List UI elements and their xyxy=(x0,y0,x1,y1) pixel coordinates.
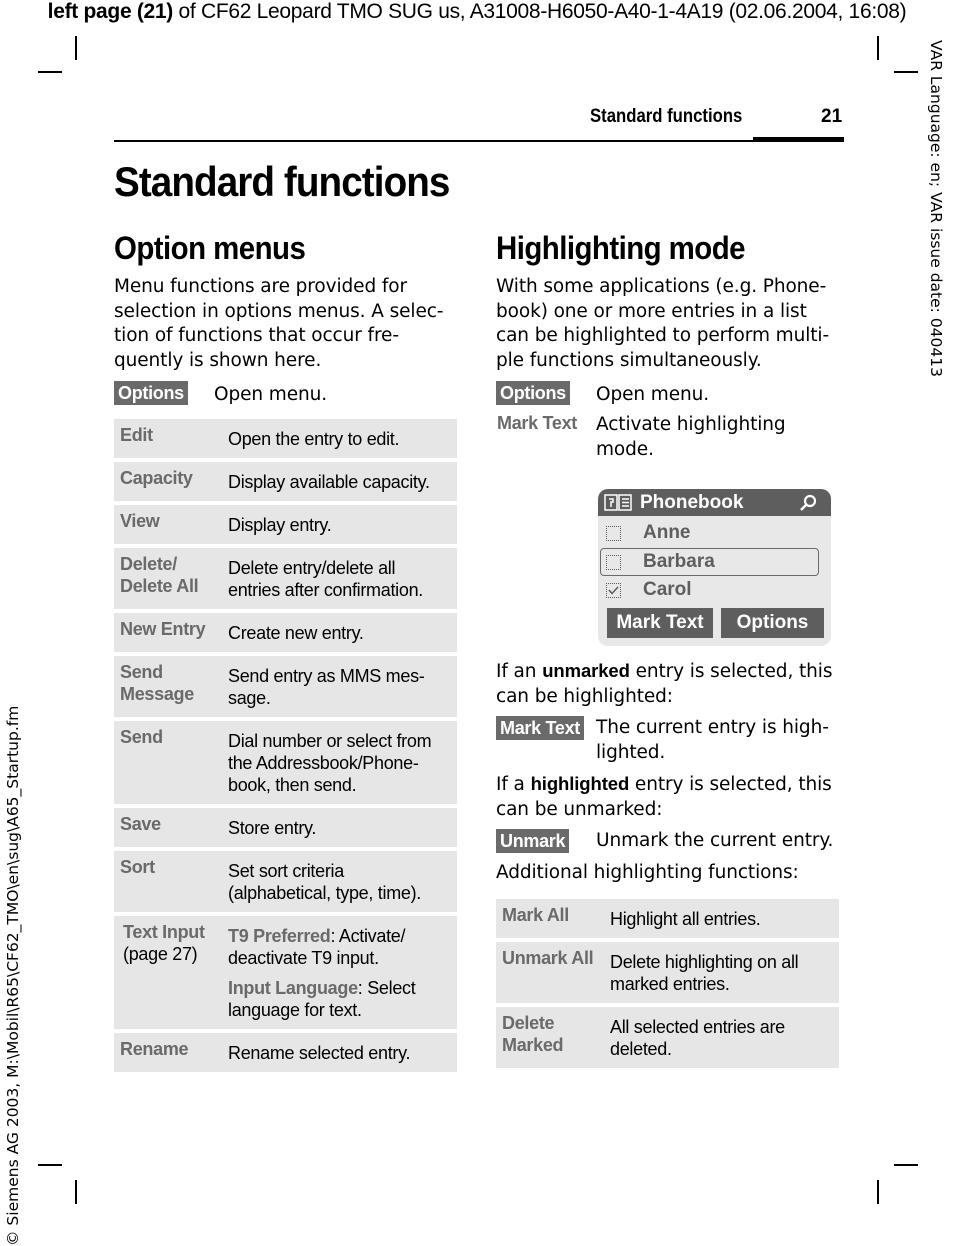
highlighting-table: Mark All Highlight all entries. Unmark A… xyxy=(496,899,839,1072)
table-row-rename: Rename Rename selected entry. xyxy=(114,1033,457,1072)
running-head-title: Standard functions xyxy=(590,106,743,127)
table-row-view: View Display entry. xyxy=(114,505,457,544)
unmark-key-desc: Unmark the current entry. xyxy=(596,830,834,851)
options-softkey: Options xyxy=(496,381,570,405)
table-row-capacity: Capacity Display available capacity. xyxy=(114,462,457,501)
table-row-send-message: Send Message Send entry as MMS mes-sage. xyxy=(114,656,457,717)
unmark-key-row: Unmark xyxy=(496,829,570,853)
table-row-new-entry: New Entry Create new entry. xyxy=(114,613,457,652)
crop-mark xyxy=(877,36,879,60)
options-softkey-desc-right: Open menu. xyxy=(596,384,710,405)
options-softkey: Options xyxy=(114,381,188,405)
mark-text-desc: Activate highlighting mode. xyxy=(596,414,786,460)
page-number: 21 xyxy=(821,106,843,127)
crop-mark xyxy=(894,1164,918,1166)
mark-text-key-row: Mark Text xyxy=(496,716,584,740)
checkbox-unchecked-icon[interactable] xyxy=(606,555,621,570)
print-header-info: of CF62 Leopard TMO SUG us, A31008-H6050… xyxy=(173,0,907,23)
options-softkey-desc: Open menu. xyxy=(214,384,328,405)
print-header: left page (21) of CF62 Leopard TMO SUG u… xyxy=(0,0,954,24)
table-row-delete: Delete/Delete All Delete entry/delete al… xyxy=(114,548,457,609)
highlighted-paragraph: If a highlighted entry is selected, this… xyxy=(496,773,832,820)
mark-text-softkey[interactable]: Mark Text xyxy=(607,608,713,638)
section-heading-option-menus: Option menus xyxy=(114,230,306,266)
page-title: Standard functions xyxy=(114,158,450,205)
header-rule xyxy=(114,140,754,142)
mark-text-label: Mark Text xyxy=(497,413,577,433)
table-row-edit: Edit Open the entry to edit. xyxy=(114,419,457,458)
options-softkey-row: Options xyxy=(114,381,188,405)
input-language-desc: Input Language: Select language for text. xyxy=(228,978,416,1020)
crop-mark xyxy=(75,1180,77,1204)
mark-text-key-desc: The current entry is high- lighted. xyxy=(596,717,829,763)
checkbox-checked-icon[interactable] xyxy=(606,583,621,598)
list-item-carol[interactable]: Carol xyxy=(598,576,831,604)
options-softkey-phone[interactable]: Options xyxy=(721,608,824,638)
phonebook-icon xyxy=(604,494,632,511)
unmark-softkey-label: Unmark xyxy=(496,829,570,853)
crop-mark xyxy=(75,36,77,60)
list-item-barbara[interactable]: Barbara xyxy=(598,548,831,576)
table-row-sort: Sort Set sort criteria (alphabetical, typ… xyxy=(114,851,457,912)
crop-mark xyxy=(877,1180,879,1204)
table-row-delete-marked: Delete Marked All selected entries are del… xyxy=(496,1007,839,1068)
checkbox-unchecked-icon[interactable] xyxy=(606,526,621,541)
phonebook-title: Phonebook xyxy=(640,492,744,513)
crop-mark xyxy=(38,1164,62,1166)
list-item-anne[interactable]: Anne xyxy=(598,519,831,547)
options-softkey-row-right: Options xyxy=(496,381,570,405)
header-rule-thick xyxy=(753,137,844,142)
table-row-unmark-all: Unmark All Delete highlighting on all mar… xyxy=(496,942,839,1003)
print-header-page: left page (21) xyxy=(47,0,174,23)
option-menus-table: Edit Open the entry to edit. Capacity Di… xyxy=(114,419,457,1076)
table-row-save: Save Store entry. xyxy=(114,808,457,847)
t9-preferred-desc: T9 Preferred: Activate/deactivate T9 inp… xyxy=(228,926,406,968)
highlighting-intro: With some applications (e.g. Phone- book… xyxy=(496,276,830,371)
crop-mark xyxy=(894,71,918,73)
phonebook-screen: Phonebook Anne Barbara Carol Mark Text O… xyxy=(598,489,831,646)
table-row-text-input: Text Input (page 27) T9 Preferred: Activa… xyxy=(114,916,457,1029)
phonebook-titlebar: Phonebook xyxy=(598,489,831,516)
table-row-mark-all: Mark All Highlight all entries. xyxy=(496,899,839,938)
page-reference[interactable]: (page 27) xyxy=(123,943,228,965)
side-note-right: VAR Language: en; VAR issue date: 040413 xyxy=(927,40,945,377)
table-row-send: Send Dial number or select from the Addre… xyxy=(114,721,457,804)
additional-functions-text: Additional highlighting functions: xyxy=(496,862,799,883)
unmarked-paragraph: If an unmarked entry is selected, this c… xyxy=(496,660,833,707)
section-heading-highlighting-mode: Highlighting mode xyxy=(496,230,746,266)
crop-mark xyxy=(38,71,62,73)
option-menus-intro: Menu functions are provided for selectio… xyxy=(114,276,444,371)
side-note-left: © Siemens AG 2003, M:\Mobil\R65\CF62_TMO… xyxy=(4,705,22,1246)
mark-text-softkey-label: Mark Text xyxy=(496,716,584,740)
search-icon[interactable] xyxy=(799,494,817,512)
